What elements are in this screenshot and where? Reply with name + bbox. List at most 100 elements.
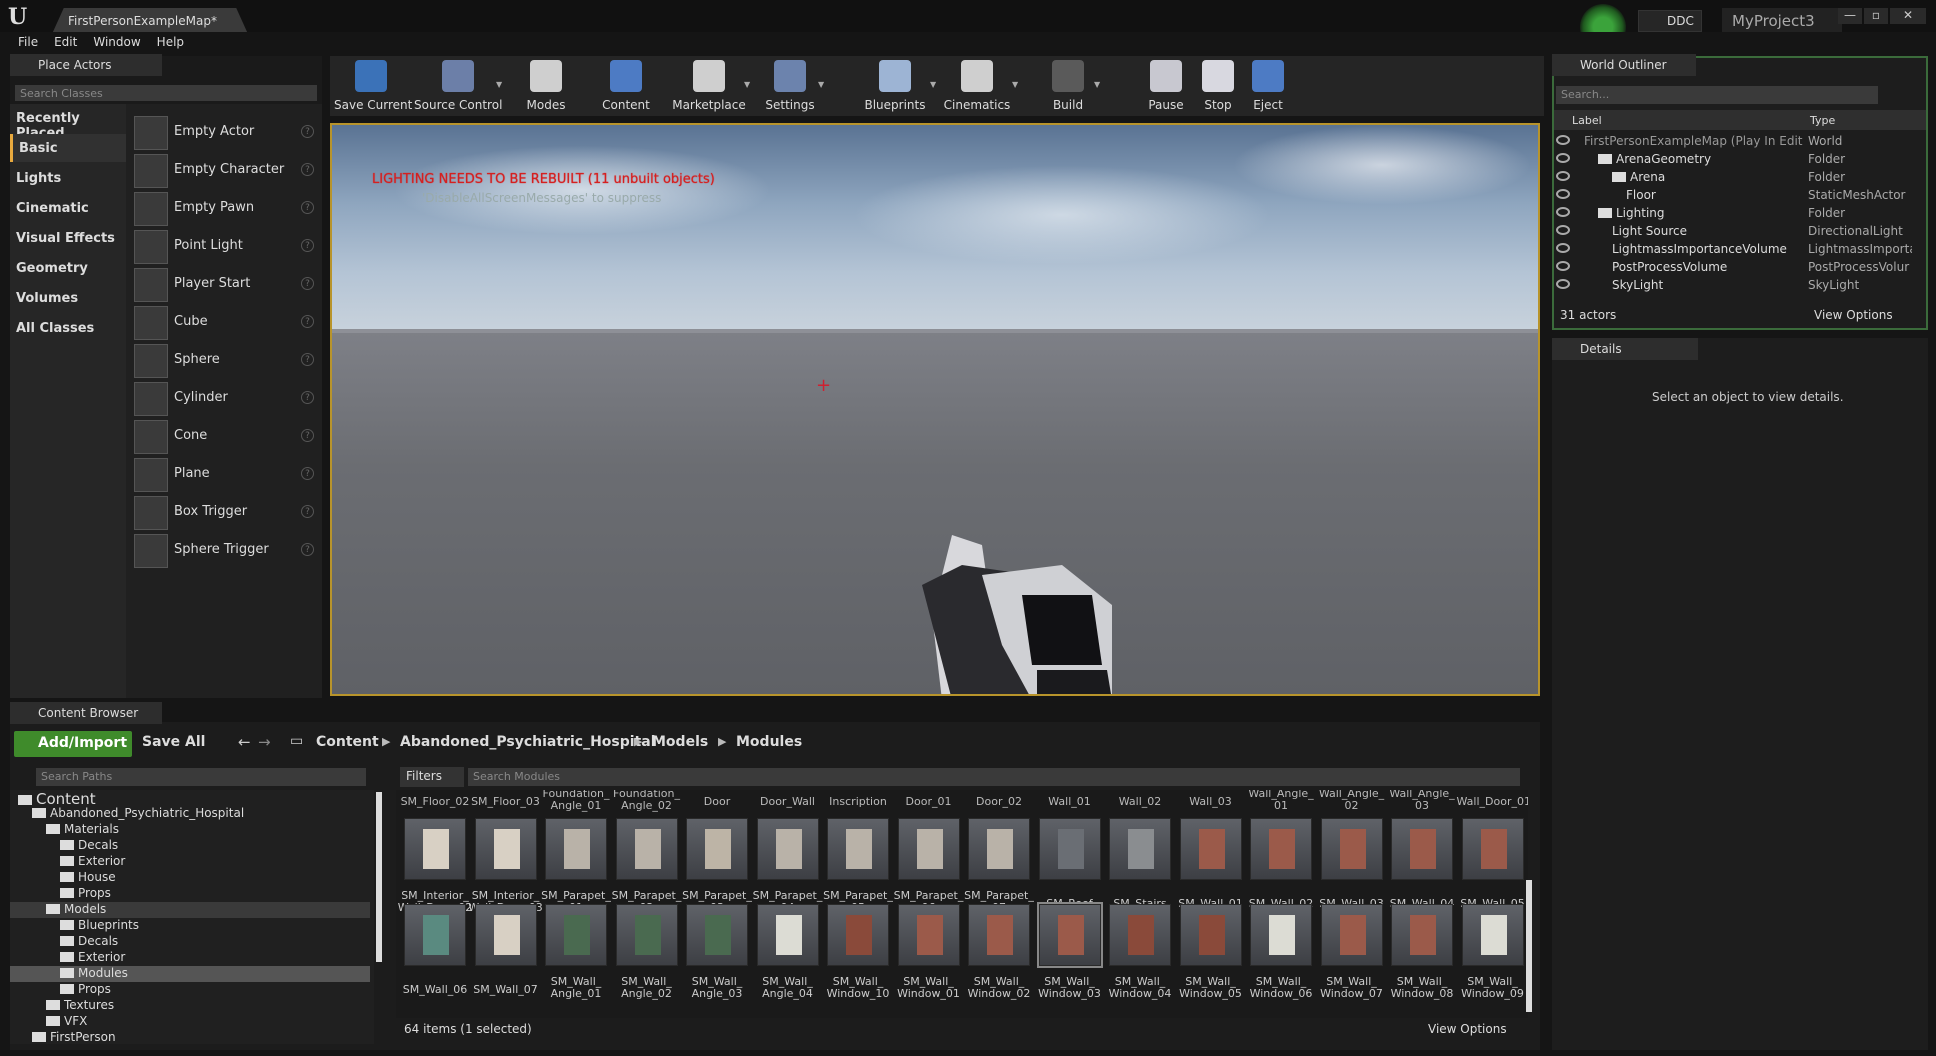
close-button[interactable]: ✕ bbox=[1890, 8, 1926, 24]
tree-node[interactable]: Exterior bbox=[10, 854, 370, 870]
menu-window[interactable]: Window bbox=[87, 32, 150, 54]
menu-help[interactable]: Help bbox=[151, 32, 194, 54]
menu-file[interactable]: File bbox=[12, 32, 48, 54]
outliner-search-input[interactable]: Search... bbox=[1556, 86, 1878, 104]
category-cinematic[interactable]: Cinematic bbox=[10, 194, 126, 222]
visibility-eye-icon[interactable] bbox=[1556, 153, 1570, 163]
label-column-header[interactable]: Label bbox=[1572, 114, 1602, 127]
help-icon[interactable]: ? bbox=[301, 125, 314, 138]
breadcrumb-1[interactable]: Abandoned_Psychiatric_Hospital bbox=[400, 734, 656, 750]
visibility-eye-icon[interactable] bbox=[1556, 225, 1570, 235]
tree-node[interactable]: Props bbox=[10, 886, 370, 902]
menu-edit[interactable]: Edit bbox=[48, 32, 87, 54]
help-icon[interactable]: ? bbox=[301, 353, 314, 366]
visibility-eye-icon[interactable] bbox=[1556, 189, 1570, 199]
outliner-row[interactable]: Light Source DirectionalLight bbox=[1554, 222, 1914, 240]
tree-node[interactable]: FirstPerson bbox=[10, 1030, 370, 1044]
tree-node[interactable]: Textures bbox=[10, 998, 370, 1014]
tree-node[interactable]: Decals bbox=[10, 934, 370, 950]
help-icon[interactable]: ? bbox=[301, 201, 314, 214]
tree-node[interactable]: Models bbox=[10, 902, 370, 918]
maximize-button[interactable]: ▫ bbox=[1864, 8, 1888, 24]
visibility-eye-icon[interactable] bbox=[1556, 171, 1570, 181]
toolbar-stop-button[interactable]: Stop bbox=[1196, 56, 1240, 116]
outliner-row[interactable]: Lighting Folder bbox=[1554, 204, 1914, 222]
toolbar-modes-button[interactable]: Modes bbox=[514, 56, 578, 116]
toolbar-blueprints-button[interactable]: Blueprints bbox=[854, 56, 936, 116]
tree-node[interactable]: Materials bbox=[10, 822, 370, 838]
help-icon[interactable]: ? bbox=[301, 163, 314, 176]
outliner-row[interactable]: LightmassImportanceVolume LightmassImport… bbox=[1554, 240, 1914, 258]
breadcrumb-3[interactable]: Modules bbox=[736, 734, 802, 750]
map-tab[interactable]: FirstPersonExampleMap* bbox=[52, 8, 248, 34]
tree-node[interactable]: Content bbox=[10, 790, 370, 808]
toolbar-pause-button[interactable]: Pause bbox=[1142, 56, 1190, 116]
tree-node[interactable]: VFX bbox=[10, 1014, 370, 1030]
visibility-eye-icon[interactable] bbox=[1556, 135, 1570, 145]
search-modules-input[interactable]: Search Modules bbox=[468, 768, 1520, 786]
asset-scrollbar[interactable] bbox=[1526, 880, 1532, 1012]
help-icon[interactable]: ? bbox=[301, 505, 314, 518]
visibility-eye-icon[interactable] bbox=[1556, 207, 1570, 217]
back-arrow-icon[interactable]: ← bbox=[238, 733, 251, 751]
filters-button[interactable]: Filters bbox=[400, 767, 464, 787]
add-import-button[interactable]: Add/Import bbox=[14, 731, 132, 757]
category-geometry[interactable]: Geometry bbox=[10, 254, 126, 282]
category-volumes[interactable]: Volumes bbox=[10, 284, 126, 312]
tree-node[interactable]: Decals bbox=[10, 838, 370, 854]
outliner-row[interactable]: Floor StaticMeshActor bbox=[1554, 186, 1914, 204]
toolbar-build-button[interactable]: Build bbox=[1036, 56, 1100, 116]
visibility-eye-icon[interactable] bbox=[1556, 279, 1570, 289]
help-icon[interactable]: ? bbox=[301, 467, 314, 480]
unreal-logo-icon[interactable]: U bbox=[8, 6, 30, 28]
toolbar-marketplace-button[interactable]: Marketplace bbox=[668, 56, 750, 116]
outliner-row[interactable]: ArenaGeometry Folder bbox=[1554, 150, 1914, 168]
help-icon[interactable]: ? bbox=[301, 429, 314, 442]
outliner-row[interactable]: FirstPersonExampleMap (Play In Edit World bbox=[1554, 132, 1914, 150]
content-view-options[interactable]: View Options bbox=[1428, 1022, 1507, 1036]
chevron-down-icon[interactable]: ▼ bbox=[496, 80, 502, 89]
toolbar-cinematics-button[interactable]: Cinematics bbox=[936, 56, 1018, 116]
outliner-row[interactable]: PostProcessVolume PostProcessVolur bbox=[1554, 258, 1914, 276]
details-tab[interactable]: Details bbox=[1552, 338, 1698, 360]
place-actors-tab[interactable]: Place Actors bbox=[10, 54, 162, 76]
visibility-eye-icon[interactable] bbox=[1556, 243, 1570, 253]
forward-arrow-icon[interactable]: → bbox=[258, 733, 271, 751]
search-paths-input[interactable]: Search Paths bbox=[36, 768, 366, 786]
category-visual-effects[interactable]: Visual Effects bbox=[10, 224, 126, 252]
visibility-eye-icon[interactable] bbox=[1556, 261, 1570, 271]
outliner-row[interactable]: Arena Folder bbox=[1554, 168, 1914, 186]
toolbar-save-current-button[interactable]: Save Current bbox=[334, 56, 412, 116]
tree-scrollbar[interactable] bbox=[376, 792, 382, 962]
tree-node[interactable]: Props bbox=[10, 982, 370, 998]
breadcrumb-0[interactable]: Content bbox=[316, 734, 379, 750]
help-icon[interactable]: ? bbox=[301, 391, 314, 404]
minimize-button[interactable]: — bbox=[1838, 8, 1862, 24]
tree-node[interactable]: House bbox=[10, 870, 370, 886]
world-outliner-tab[interactable]: World Outliner bbox=[1552, 54, 1696, 76]
outliner-row[interactable]: SkyLight SkyLight bbox=[1554, 276, 1914, 294]
help-icon[interactable]: ? bbox=[301, 239, 314, 252]
content-browser-tab[interactable]: Content Browser bbox=[10, 702, 162, 724]
tree-node[interactable]: Exterior bbox=[10, 950, 370, 966]
category-basic[interactable]: Basic bbox=[10, 134, 126, 162]
toolbar-eject-button[interactable]: Eject bbox=[1246, 56, 1290, 116]
actor-item[interactable]: Sphere Trigger? bbox=[130, 528, 322, 572]
save-all-button[interactable]: Save All bbox=[142, 734, 205, 750]
category-lights[interactable]: Lights bbox=[10, 164, 126, 192]
tree-node[interactable]: Abandoned_Psychiatric_Hospital bbox=[10, 806, 370, 822]
help-icon[interactable]: ? bbox=[301, 277, 314, 290]
chevron-down-icon[interactable]: ▼ bbox=[1094, 80, 1100, 89]
level-viewport[interactable]: LIGHTING NEEDS TO BE REBUILT (11 unbuilt… bbox=[330, 123, 1540, 696]
toolbar-settings-button[interactable]: Settings bbox=[756, 56, 824, 116]
category-recently-placed[interactable]: Recently Placed bbox=[10, 104, 126, 141]
help-icon[interactable]: ? bbox=[301, 315, 314, 328]
help-icon[interactable]: ? bbox=[301, 543, 314, 556]
tree-node[interactable]: Modules bbox=[10, 966, 370, 982]
toolbar-content-button[interactable]: Content bbox=[598, 56, 654, 116]
type-column-header[interactable]: Type bbox=[1810, 114, 1835, 127]
chevron-down-icon[interactable]: ▼ bbox=[744, 80, 750, 89]
tree-node[interactable]: Blueprints bbox=[10, 918, 370, 934]
search-classes-input[interactable]: Search Classes bbox=[14, 84, 318, 102]
breadcrumb-2[interactable]: Models bbox=[652, 734, 708, 750]
